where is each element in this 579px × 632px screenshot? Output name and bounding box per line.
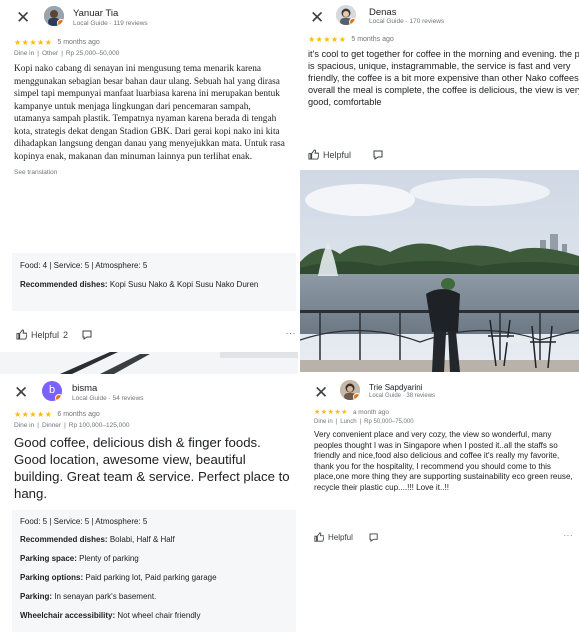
ratings-line: Food: 5 | Service: 5 | Atmosphere: 5 [20,517,148,526]
detail-recommended: Recommended dishes: Bolabi, Half & Half [20,535,288,544]
reviewer-name[interactable]: Trie Sapdyarini [369,383,423,392]
detail-label: Recommended dishes: [20,535,108,544]
review-time: 5 months ago [57,39,100,46]
reviewer-name[interactable]: Denas [369,7,396,18]
detail-value: Plenty of parking [79,554,139,563]
recommended-value: Kopi Susu Nako & Kopi Susu Nako Duren [109,280,259,289]
ratings-line: Food: 4 | Service: 5 | Atmosphere: 5 [20,261,148,270]
review-details-box: Food: 4 | Service: 5 | Atmosphere: 5 Rec… [12,253,296,311]
thumbs-up-icon[interactable] [16,329,27,340]
review-text: it's cool to get together for coffee in … [308,49,579,107]
review-text: Kopi nako cabang di senayan ini mengusun… [14,64,285,162]
detail-value: In senayan park's basement. [54,592,157,601]
review-text: Good coffee, delicious dish & finger foo… [14,435,290,501]
meal-kind: Lunch [340,419,357,425]
helpful-button[interactable]: Helpful [323,150,351,160]
review-time: 5 months ago [351,36,394,43]
local-guide-badge-icon [55,394,62,401]
detail-parking-options: Parking options: Paid parking lot, Paid … [20,573,288,582]
detail-value: Paid parking lot, Paid parking garage [85,573,217,582]
helpful-count: 2 [63,329,69,340]
helpful-button[interactable]: Helpful [31,330,59,340]
recommended-label: Recommended dishes: [20,280,108,289]
meal-kind: Other [41,50,59,57]
rating-row: ★★★★★ 6 months ago [14,410,100,419]
reviewer-meta: Local Guide · 54 reviews [72,395,144,402]
avatar[interactable] [340,380,360,400]
price-range: Rp 100,000–125,000 [68,422,130,429]
share-icon[interactable] [373,150,385,160]
review-card-denas: ✕ Denas Local Guide · 170 reviews ★★★★★ … [300,0,579,170]
reviewer-name[interactable]: Yanuar Tia [73,8,118,19]
visit-meta: Dine in | Lunch | Rp 50,000–75,000 [314,419,414,425]
detail-value: Bolabi, Half & Half [109,535,175,544]
more-icon[interactable]: ··· [564,531,574,540]
thumbs-up-icon[interactable] [314,532,324,542]
star-rating: ★★★★★ [14,38,53,47]
local-guide-badge-icon [57,19,64,26]
review-card-trie: ✕ Trie Sapdyarini Local Guide · 38 revie… [300,372,579,632]
meal-kind: Dinner [41,422,62,429]
detail-label: Parking space: [20,554,77,563]
star-rating: ★★★★★ [14,410,53,419]
rating-row: ★★★★★ 5 months ago [14,38,298,47]
close-icon[interactable]: ✕ [14,384,28,401]
review-text: Very convenient place and very cozy, the… [314,430,573,492]
avatar[interactable]: b [42,381,62,401]
reviewer-meta: Local Guide · 119 reviews [73,20,148,27]
review-photo[interactable] [300,170,579,372]
detail-label: Wheelchair accessibility: [20,611,116,620]
share-icon[interactable] [82,330,94,340]
star-rating: ★★★★★ [314,409,348,416]
detail-value: Not wheel chair friendly [117,611,201,620]
share-icon[interactable] [369,532,380,542]
detail-parking: Parking: In senayan park's basement. [20,592,288,601]
review-actions: Helpful [314,532,380,542]
reviewer-meta: Local Guide · 38 reviews [369,393,436,399]
thumbs-up-icon[interactable] [308,149,319,160]
lake-terrace-photo [300,170,579,372]
review-header: ✕ Trie Sapdyarini Local Guide · 38 revie… [300,372,579,404]
detail-parking-space: Parking space: Plenty of parking [20,554,288,563]
review-actions: Helpful 2 [16,329,94,340]
local-guide-badge-icon [353,393,360,400]
price-range: Rp 50,000–75,000 [364,419,414,425]
recommended-dishes: Recommended dishes: Kopi Susu Nako & Kop… [20,280,288,290]
review-time: 6 months ago [57,411,100,418]
meal-type: Dine in [314,419,333,425]
review-card-yanuar: ✕ Yanuar Tia Local Guide · 119 reviews ★… [0,0,298,352]
review-time: a month ago [352,408,390,416]
rating-row: ★★★★★ 5 months ago [308,35,579,44]
meal-type: Dine in [14,50,35,57]
avatar[interactable] [44,6,64,26]
review-card-bisma: ✕ b bisma Local Guide · 54 reviews ★★★★★… [0,352,298,632]
review-header: ✕ Denas Local Guide · 170 reviews [300,0,579,30]
local-guide-badge-icon [349,18,356,25]
avatar[interactable] [336,5,356,25]
star-rating: ★★★★★ [308,35,347,44]
helpful-button[interactable]: Helpful [328,533,353,542]
price-range: Rp 25,000–50,000 [65,50,120,57]
close-icon[interactable]: ✕ [314,384,328,401]
visit-meta: Dine in | Dinner | Rp 100,000–125,000 [14,422,130,429]
reviewer-name[interactable]: bisma [72,383,97,394]
rating-row: ★★★★★ a month ago [314,408,579,417]
review-header: ✕ Yanuar Tia Local Guide · 119 reviews [0,0,298,30]
review-header: ✕ b bisma Local Guide · 54 reviews [0,374,298,408]
visit-meta: Dine in | Other | Rp 25,000–50,000 [14,50,120,57]
photo-strip [0,352,298,374]
detail-label: Parking: [20,592,53,601]
detail-wheelchair: Wheelchair accessibility: Not wheel chai… [20,611,288,620]
review-actions: Helpful [308,149,385,160]
close-icon[interactable]: ✕ [310,9,324,26]
meal-type: Dine in [14,422,35,429]
detail-label: Parking options: [20,573,84,582]
close-icon[interactable]: ✕ [16,9,30,26]
see-translation-link[interactable]: See translation [14,169,298,176]
more-icon[interactable]: ··· [286,328,297,338]
reviewer-meta: Local Guide · 170 reviews [369,18,445,25]
review-details-box: Food: 5 | Service: 5 | Atmosphere: 5 Rec… [12,510,296,632]
